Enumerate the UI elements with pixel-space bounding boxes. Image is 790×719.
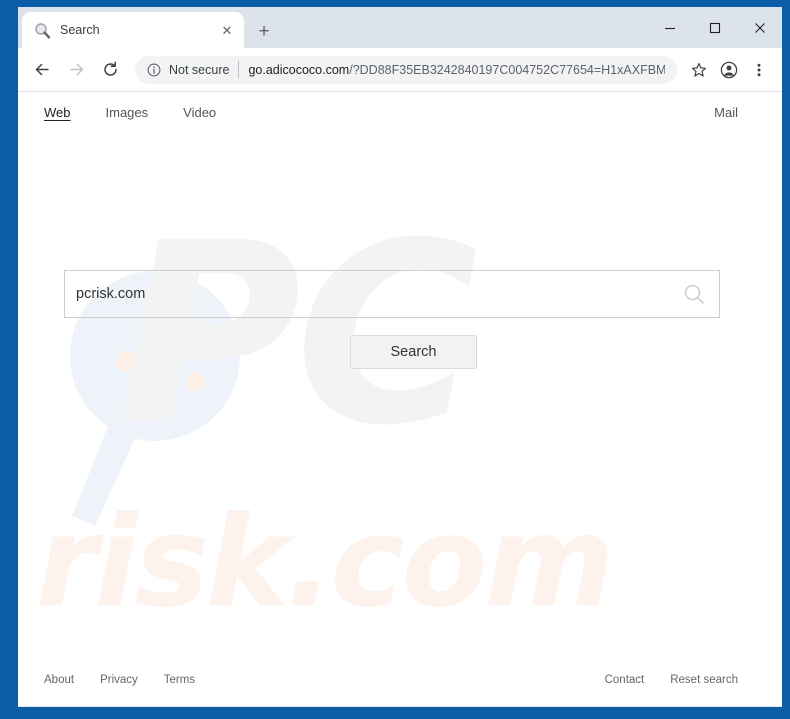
url-text: go.adicococo.com/?DD88F35EB3242840197C00… xyxy=(248,63,665,77)
tab-title: Search xyxy=(60,23,100,37)
footer-link-about[interactable]: About xyxy=(44,674,74,686)
search-input[interactable]: pcrisk.com xyxy=(64,270,720,318)
footer-link-contact[interactable]: Contact xyxy=(605,674,645,686)
footer-link-reset-search[interactable]: Reset search xyxy=(670,674,738,686)
browser-tab[interactable]: Search ✕ xyxy=(22,12,244,48)
star-icon[interactable] xyxy=(685,56,713,84)
browser-window: Search ✕ + Not secure go.adicococo.com/?… xyxy=(18,7,782,707)
window-controls xyxy=(647,7,782,48)
app-window-frame: Search ✕ + Not secure go.adicococo.com/?… xyxy=(0,0,790,719)
page-foreground: Web Images Video Mail pcrisk.com Search … xyxy=(18,92,764,706)
url-host: go.adicococo.com xyxy=(248,62,350,77)
reload-icon[interactable] xyxy=(95,55,125,85)
page-footer: About Privacy Terms Contact Reset search xyxy=(18,670,764,690)
address-bar[interactable]: Not secure go.adicococo.com/?DD88F35EB32… xyxy=(135,55,677,84)
nav-link-video[interactable]: Video xyxy=(183,105,216,120)
nav-link-web[interactable]: Web xyxy=(44,105,71,120)
search-input-value[interactable]: pcrisk.com xyxy=(65,286,677,302)
site-navigation: Web Images Video Mail xyxy=(18,92,764,132)
tab-strip: Search ✕ + xyxy=(18,7,782,48)
magnifier-icon xyxy=(34,22,51,39)
back-icon[interactable] xyxy=(27,55,57,85)
security-status-label: Not secure xyxy=(169,62,230,77)
maximize-icon[interactable] xyxy=(692,7,737,48)
profile-avatar-icon[interactable] xyxy=(715,56,743,84)
close-icon[interactable] xyxy=(737,7,782,48)
three-dot-menu-icon[interactable] xyxy=(745,56,773,84)
search-magnifier-icon[interactable] xyxy=(677,277,711,311)
nav-link-mail[interactable]: Mail xyxy=(714,105,738,120)
forward-icon xyxy=(61,55,91,85)
omnibox-divider xyxy=(238,61,240,78)
url-path: /?DD88F35EB3242840197C004752C77654=H1xAX… xyxy=(349,62,665,77)
minimize-icon[interactable] xyxy=(647,7,692,48)
info-circle-icon[interactable] xyxy=(146,62,162,78)
footer-link-terms[interactable]: Terms xyxy=(164,674,195,686)
footer-link-privacy[interactable]: Privacy xyxy=(100,674,138,686)
nav-link-images[interactable]: Images xyxy=(106,105,149,120)
search-row: pcrisk.com xyxy=(64,270,720,318)
new-tab-button[interactable]: + xyxy=(252,19,276,43)
close-icon[interactable]: ✕ xyxy=(218,21,236,39)
page-content: PC risk.com Web Images Video Mail pcrisk… xyxy=(18,92,782,706)
search-button[interactable]: Search xyxy=(350,335,477,369)
browser-toolbar: Not secure go.adicococo.com/?DD88F35EB32… xyxy=(18,48,782,92)
